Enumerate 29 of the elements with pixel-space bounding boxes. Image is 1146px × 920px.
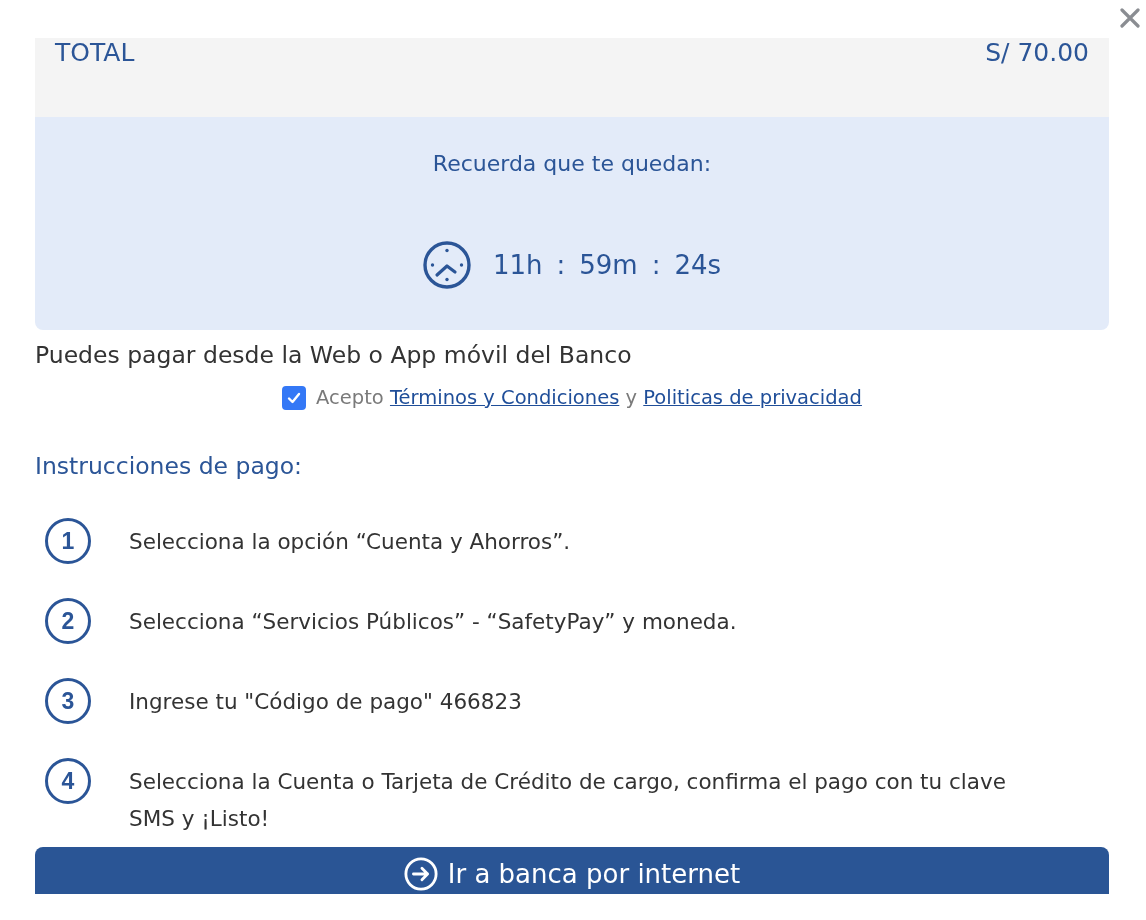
timer-separator: : [651, 249, 661, 282]
clock-icon [422, 241, 471, 289]
step-number: 1 [45, 518, 91, 564]
step-text: Ingrese tu "Código de pago" 466823 [129, 687, 523, 716]
step-text: Selecciona la opción “Cuenta y Ahorros”. [129, 527, 572, 556]
online-banking-button[interactable]: Ir a banca por internet [35, 846, 1109, 894]
payment-note: Puedes pagar desde la Web o App móvil del Banco [35, 340, 633, 370]
step-number: 4 [45, 758, 91, 804]
total-amount: S/ 70.00 [985, 38, 1089, 68]
step-number: 3 [45, 678, 91, 724]
instructions-title: Instrucciones de pago: [35, 451, 304, 481]
check-icon [286, 390, 303, 406]
step-number: 2 [45, 598, 91, 644]
timer-value: 59m [579, 249, 638, 282]
step-text: Selecciona “Servicios Públicos” - “SafetyPay” y moneda. [129, 607, 738, 636]
close-button[interactable] [1120, 8, 1140, 28]
consent-checkbox[interactable] [282, 386, 307, 410]
total-label: TOTAL [55, 38, 135, 68]
close-icon [1120, 8, 1140, 28]
timer-value: 24s [674, 249, 722, 282]
timer-value: 11h [492, 249, 543, 282]
countdown-caption: Recuerda que te quedan: [432, 150, 712, 178]
consent-link[interactable]: Politicas de privacidad [643, 386, 862, 409]
consent-link[interactable]: Términos y Condiciones [389, 386, 620, 409]
arrow-circle-icon [403, 857, 438, 891]
consent-text: y [625, 386, 638, 409]
step-text: Selecciona la Cuenta o Tarjeta de Crédito de cargo, confirma el pago con tu clave SMS y ¡Listo! [129, 767, 1007, 833]
consent-text: Acepto [316, 386, 384, 409]
timer-separator: : [556, 249, 566, 282]
